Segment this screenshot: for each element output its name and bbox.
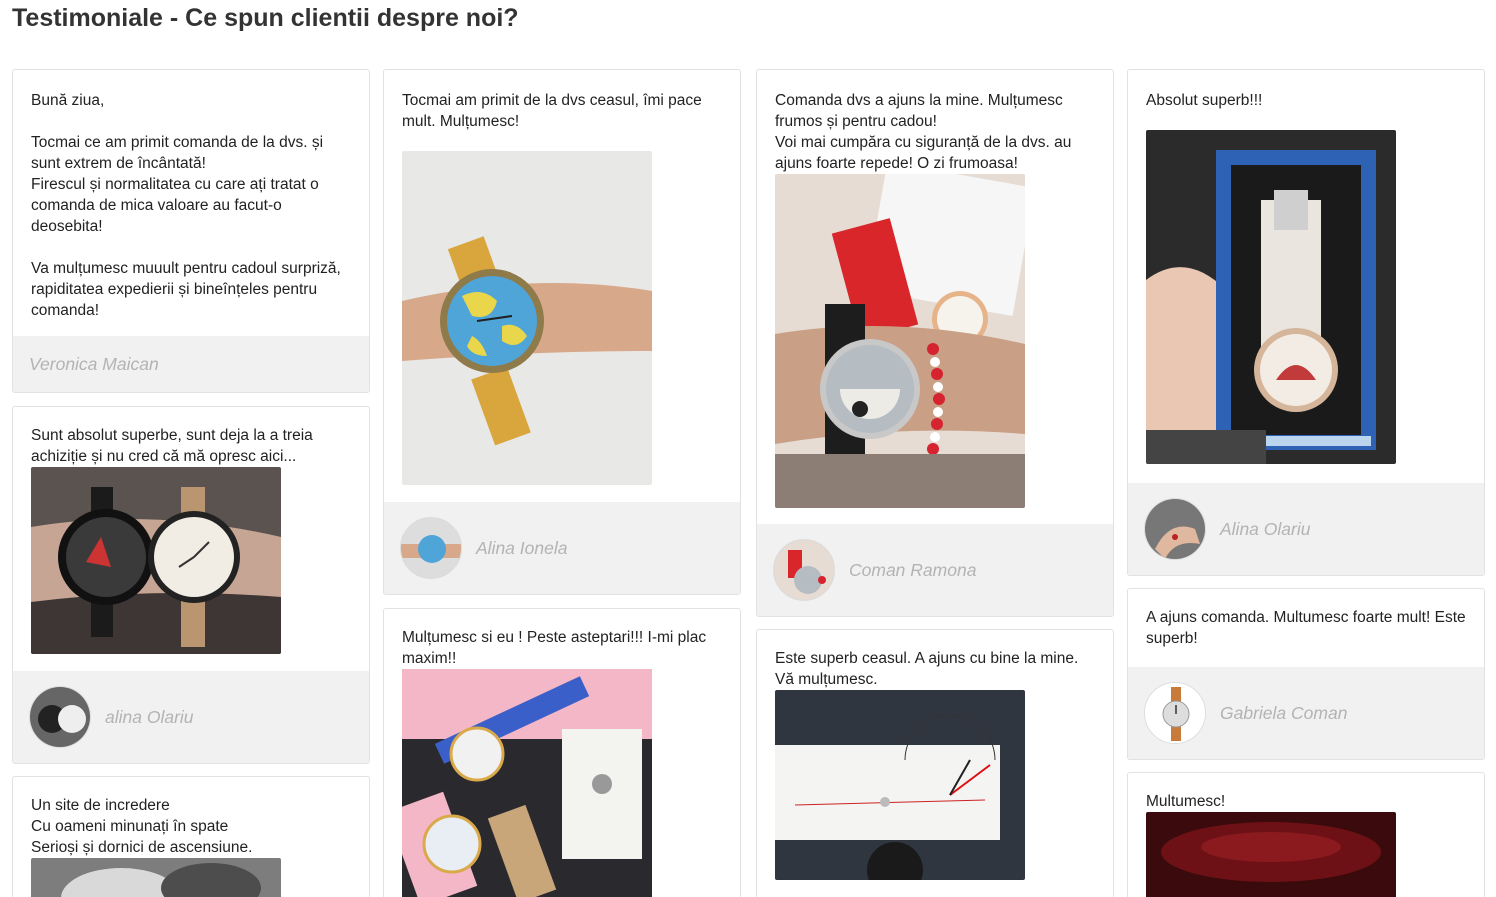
- testimonial-author: alina Olariu: [105, 706, 194, 727]
- testimonial-text: Bună ziua, Tocmai ce am primit comanda d…: [31, 92, 341, 319]
- author-avatar: [400, 517, 462, 579]
- testimonial-footer: Coman Ramona: [757, 524, 1113, 616]
- testimonial-text: Tocmai am primit de la dvs ceasul, îmi p…: [402, 92, 702, 130]
- testimonial-text: Mulțumesc si eu ! Peste asteptari!!! I-m…: [402, 629, 707, 667]
- testimonial-card: Multumesc!: [1127, 772, 1485, 897]
- testimonial-author: Coman Ramona: [849, 559, 977, 580]
- testimonial-footer: Alina Olariu: [1128, 483, 1484, 575]
- testimonial-photo: [31, 467, 281, 654]
- testimonial-photo: [1146, 812, 1396, 897]
- testimonial-author: Alina Ionela: [476, 537, 568, 558]
- testimonial-photo: [775, 174, 1025, 508]
- testimonial-photo: [402, 669, 652, 897]
- testimonial-photo: [31, 858, 281, 897]
- author-avatar: [29, 686, 91, 748]
- testimonial-footer: alina Olariu: [13, 671, 369, 763]
- testimonial-card: Sunt absolut superbe, sunt deja la a tre…: [12, 406, 370, 764]
- testimonial-text: Un site de incredere Cu oameni minunați …: [31, 797, 253, 856]
- testimonial-footer: Veronica Maican: [13, 336, 369, 392]
- testimonial-text: A ajuns comanda. Multumesc foarte mult! …: [1146, 609, 1466, 647]
- testimonial-photo: [402, 151, 652, 485]
- testimonial-photo: [775, 690, 1025, 880]
- testimonial-text: Este superb ceasul. A ajuns cu bine la m…: [775, 650, 1079, 688]
- testimonial-author: Veronica Maican: [29, 353, 159, 374]
- author-avatar: [773, 539, 835, 601]
- testimonial-card: Absolut superb!!! Alina Olariu: [1127, 69, 1485, 576]
- testimonial-card: Comanda dvs a ajuns la mine. Mulțumesc f…: [756, 69, 1114, 617]
- testimonial-card: Este superb ceasul. A ajuns cu bine la m…: [756, 629, 1114, 897]
- testimonial-photo: [1146, 130, 1396, 464]
- author-avatar: [1144, 682, 1206, 744]
- testimonial-footer: Gabriela Coman: [1128, 667, 1484, 759]
- testimonial-card: Bună ziua, Tocmai ce am primit comanda d…: [12, 69, 370, 393]
- testimonial-card: Mulțumesc si eu ! Peste asteptari!!! I-m…: [383, 608, 741, 897]
- testimonial-footer: Alina Ionela: [384, 502, 740, 594]
- testimonial-card: Un site de incredere Cu oameni minunați …: [12, 776, 370, 897]
- page-title: Testimoniale - Ce spun clientii despre n…: [12, 4, 519, 32]
- testimonial-text: Absolut superb!!!: [1146, 92, 1263, 109]
- testimonial-text: Sunt absolut superbe, sunt deja la a tre…: [31, 427, 313, 465]
- testimonial-card: Tocmai am primit de la dvs ceasul, îmi p…: [383, 69, 741, 595]
- testimonial-text: Comanda dvs a ajuns la mine. Mulțumesc f…: [775, 92, 1072, 172]
- testimonial-card: A ajuns comanda. Multumesc foarte mult! …: [1127, 588, 1485, 760]
- testimonial-author: Alina Olariu: [1220, 518, 1311, 539]
- author-avatar: [1144, 498, 1206, 560]
- testimonial-text: Multumesc!: [1146, 793, 1226, 810]
- testimonial-author: Gabriela Coman: [1220, 702, 1348, 723]
